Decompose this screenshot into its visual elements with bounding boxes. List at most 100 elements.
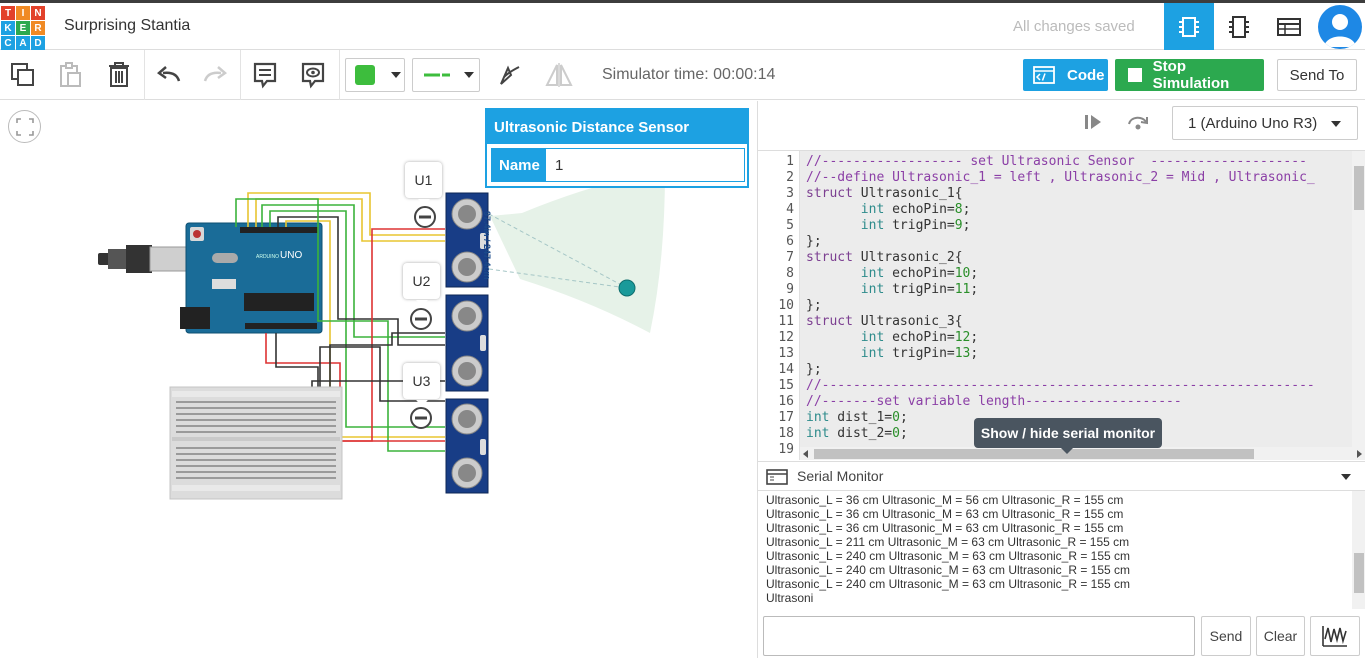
toggle-notes-visibility-button[interactable] (298, 58, 328, 92)
project-title[interactable]: Surprising Stantia (64, 17, 190, 35)
redo-button[interactable] (201, 58, 229, 92)
wire-style-icon (424, 73, 450, 77)
code-line[interactable]: int echoPin=8; (806, 202, 971, 218)
circuit-view-button[interactable] (1164, 3, 1214, 50)
logo-letter: D (31, 36, 45, 50)
code-line[interactable]: int trigPin=13; (806, 346, 978, 362)
sensor-detection-field (490, 171, 665, 333)
copy-icon (11, 63, 34, 86)
delete-button[interactable] (106, 58, 132, 92)
wire-type-dropdown[interactable] (412, 58, 480, 92)
code-line[interactable]: }; (806, 362, 822, 378)
paste-button[interactable] (56, 58, 84, 92)
notes-button[interactable] (251, 58, 279, 92)
line-number: 1 (786, 154, 794, 169)
code-button-label: Code (1067, 66, 1105, 84)
code-line[interactable]: //--------------------------------------… (806, 378, 1315, 394)
code-line[interactable]: int echoPin=12; (806, 330, 978, 346)
editor-vertical-scrollbar[interactable] (1352, 151, 1365, 447)
code-line[interactable]: struct Ultrasonic_3{ (806, 314, 963, 330)
line-number: 10 (778, 298, 794, 313)
serial-plotter-button[interactable] (1310, 616, 1360, 656)
name-row: Name 1 (491, 148, 745, 182)
serial-line: Ultrasonic_L = 36 cm Ultrasonic_M = 56 c… (766, 493, 1124, 507)
line-number: 2 (786, 170, 794, 185)
component-label-u1[interactable]: U1 (405, 162, 442, 205)
save-status: All changes saved (1013, 18, 1135, 35)
line-number: 9 (786, 282, 794, 297)
code-line[interactable]: }; (806, 234, 822, 250)
serial-monitor-header[interactable]: Serial Monitor (758, 461, 1365, 491)
stop-simulation-button[interactable]: Stop Simulation (1115, 58, 1264, 92)
component-label-u3[interactable]: U3 (403, 363, 440, 406)
serial-clear-button[interactable]: Clear (1256, 616, 1305, 656)
code-line[interactable]: int echoPin=10; (806, 266, 978, 282)
waveform-icon (1322, 626, 1347, 647)
undo-button[interactable] (155, 58, 183, 92)
code-line[interactable]: //-------set variable length------------… (806, 394, 1182, 410)
stop-simulation-label: Stop Simulation (1152, 58, 1230, 92)
user-icon (1324, 14, 1356, 47)
component-label-u2[interactable]: U2 (403, 263, 440, 306)
serial-monitor-icon (766, 469, 788, 485)
paste-icon (60, 62, 81, 87)
code-line[interactable]: int dist_2=0; (806, 426, 908, 442)
serial-scrollbar[interactable] (1352, 491, 1365, 609)
line-number: 5 (786, 218, 794, 233)
inspector-title: Ultrasonic Distance Sensor (487, 110, 747, 144)
toolbar-divider (144, 50, 145, 100)
tinkercad-logo[interactable]: T I N K E R C A D (1, 6, 45, 50)
schematic-view-button[interactable] (1214, 3, 1264, 50)
code-line[interactable]: //--define Ultrasonic_1 = left , Ultraso… (806, 170, 1315, 186)
serial-line: Ultrasonic_L = 240 cm Ultrasonic_M = 63 … (766, 549, 1131, 563)
caret-down-icon (391, 72, 401, 78)
line-number: 8 (786, 266, 794, 281)
send-to-button[interactable]: Send To (1277, 59, 1357, 91)
serial-monitor-title: Serial Monitor (797, 468, 884, 484)
logo-letter: N (31, 6, 45, 20)
serial-send-button[interactable]: Send (1201, 616, 1251, 656)
code-editor[interactable]: 1 //------------------ set Ultrasonic Sen… (758, 150, 1365, 460)
flip-icon (545, 63, 573, 87)
code-line[interactable]: struct Ultrasonic_2{ (806, 250, 963, 266)
line-number: 13 (778, 346, 794, 361)
name-input[interactable]: 1 (546, 149, 744, 181)
serial-line: Ultrasoni (766, 591, 814, 605)
editor-horizontal-scrollbar[interactable] (800, 447, 1365, 460)
code-button[interactable]: Code (1023, 59, 1108, 91)
stop-icon (1128, 68, 1142, 82)
logo-letter: A (16, 36, 30, 50)
step-button[interactable] (1084, 114, 1102, 135)
board-select[interactable]: 1 (Arduino Uno R3) (1172, 106, 1358, 140)
undo-icon (157, 66, 181, 82)
line-number: 7 (786, 250, 794, 265)
serial-input[interactable] (763, 616, 1195, 656)
logo-letter: R (31, 21, 45, 35)
code-line[interactable]: int trigPin=11; (806, 282, 978, 298)
code-line[interactable]: struct Ultrasonic_1{ (806, 186, 963, 202)
schematic-icon (1229, 15, 1249, 38)
step-over-button[interactable] (1127, 114, 1149, 135)
code-line[interactable]: //------------------ set Ultrasonic Sens… (806, 154, 1307, 170)
rotate-button[interactable] (496, 58, 524, 92)
line-number: 16 (778, 394, 794, 409)
serial-line: Ultrasonic_L = 36 cm Ultrasonic_M = 63 c… (766, 507, 1124, 521)
line-number: 4 (786, 202, 794, 217)
serial-monitor-tooltip: Show / hide serial monitor (974, 418, 1162, 454)
caret-down-icon[interactable] (1341, 474, 1351, 480)
logo-letter: E (16, 21, 30, 35)
code-line[interactable]: int trigPin=9; (806, 218, 971, 234)
flip-button[interactable] (543, 58, 575, 92)
caret-down-icon (1331, 121, 1341, 127)
board-select-value: 1 (Arduino Uno R3) (1188, 114, 1318, 132)
copy-button[interactable] (8, 58, 38, 92)
ultrasonic-sensor-u3 (445, 398, 489, 494)
user-avatar[interactable] (1318, 5, 1362, 49)
code-panel: 1 (Arduino Uno R3) 1 //------------------… (757, 101, 1365, 658)
component-list-button[interactable] (1264, 3, 1314, 50)
color-picker-dropdown[interactable] (345, 58, 405, 92)
code-line[interactable]: int dist_1=0; (806, 410, 908, 426)
code-line[interactable]: }; (806, 298, 822, 314)
code-controls: 1 (Arduino Uno R3) (758, 101, 1365, 149)
circuit-canvas[interactable]: UNO ARDUINO 97.4in / 247.4cm U1 U2 U3 Ul… (0, 101, 756, 658)
